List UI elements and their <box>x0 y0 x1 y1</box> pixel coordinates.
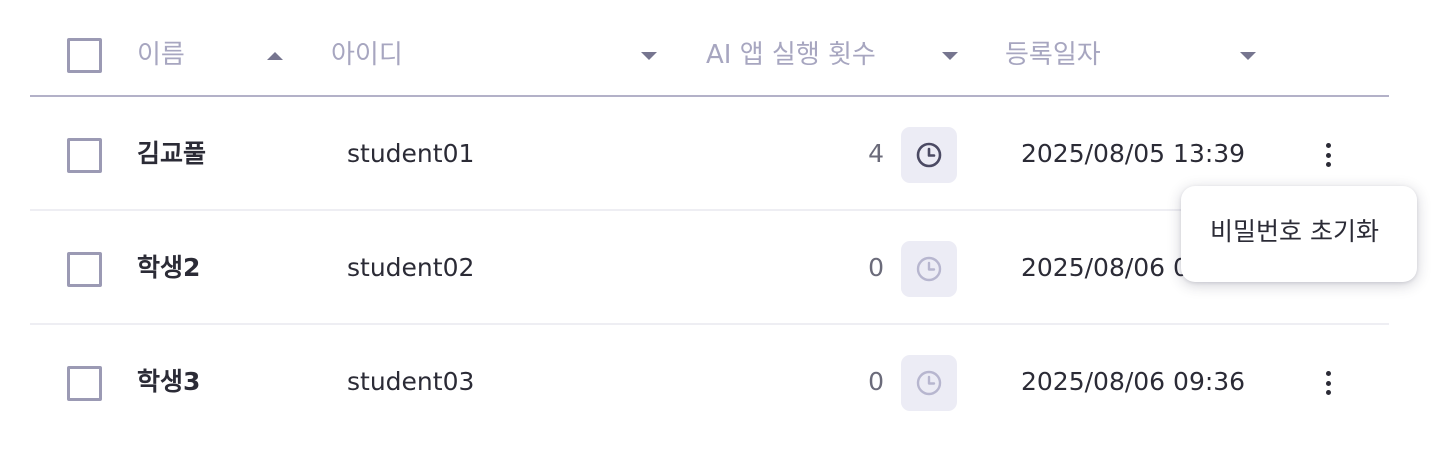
more-vertical-icon <box>1325 371 1331 376</box>
more-options-button[interactable] <box>1317 366 1339 400</box>
table-row: 학생3 student03 0 2025/08/06 09:36 <box>30 326 1389 439</box>
registered-date: 2025/08/05 13:39 <box>1021 139 1246 168</box>
student-id: student02 <box>347 253 475 282</box>
table-header: 이름 아이디 AI 앱 실행 횟수 등록일자 <box>30 0 1389 97</box>
clock-icon <box>916 142 942 168</box>
column-header-registered-date[interactable]: 등록일자 <box>1005 38 1101 72</box>
student-name: 학생2 <box>137 253 201 282</box>
reset-password-menu-item[interactable]: 비밀번호 초기화 <box>1210 214 1379 250</box>
sort-dropdown-icon[interactable] <box>1240 52 1256 60</box>
more-vertical-icon <box>1325 143 1331 148</box>
sort-dropdown-icon[interactable] <box>942 52 958 60</box>
clock-icon <box>916 370 942 396</box>
more-options-button[interactable] <box>1317 138 1339 172</box>
sort-ascending-icon[interactable] <box>267 52 283 60</box>
sort-dropdown-icon[interactable] <box>641 52 657 60</box>
student-name: 김교풀 <box>137 139 207 168</box>
row-checkbox[interactable] <box>67 252 102 287</box>
run-count: 0 <box>868 253 884 282</box>
column-header-id[interactable]: 아이디 <box>331 38 403 72</box>
row-checkbox[interactable] <box>67 366 102 401</box>
registered-date: 2025/08/06 09:36 <box>1021 367 1246 396</box>
clock-icon <box>916 256 942 282</box>
student-id: student03 <box>347 367 475 396</box>
row-checkbox[interactable] <box>67 138 102 173</box>
column-header-run-count[interactable]: AI 앱 실행 횟수 <box>706 38 876 72</box>
run-count: 4 <box>868 139 884 168</box>
column-header-name[interactable]: 이름 <box>137 38 185 72</box>
run-history-button[interactable] <box>901 355 957 411</box>
run-history-button[interactable] <box>901 241 957 297</box>
select-all-checkbox[interactable] <box>67 38 102 73</box>
student-name: 학생3 <box>137 367 201 396</box>
run-history-button[interactable] <box>901 127 957 183</box>
student-table: 이름 아이디 AI 앱 실행 횟수 등록일자 김교풀 student01 4 2… <box>0 0 1444 466</box>
run-count: 0 <box>868 367 884 396</box>
student-id: student01 <box>347 139 475 168</box>
row-options-menu: 비밀번호 초기화 <box>1181 186 1417 282</box>
